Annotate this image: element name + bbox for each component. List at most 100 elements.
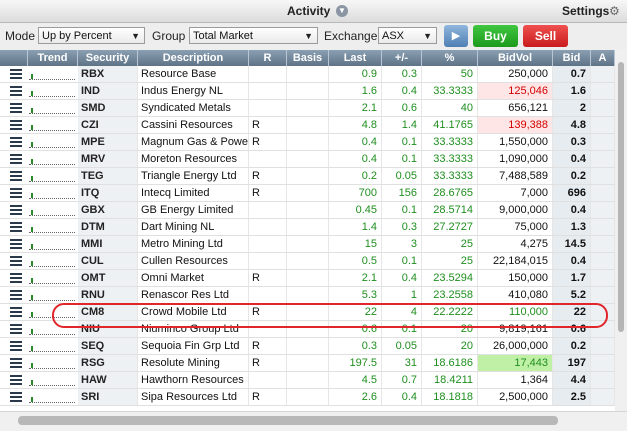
table-row[interactable]: RNU Renascor Res Ltd 5.3 1 23.2558 410,080 5.2: [0, 287, 627, 304]
group-select[interactable]: Total Market ▼: [189, 27, 318, 44]
table-row[interactable]: RBX Resource Base 0.9 0.3 50 250,000 0.7: [0, 66, 627, 83]
cell-pct: 33.3333: [422, 134, 478, 150]
security-code[interactable]: IND: [78, 83, 138, 99]
security-code[interactable]: SRI: [78, 389, 138, 405]
cell-last: 197.5: [329, 355, 382, 371]
sell-button[interactable]: Sell: [523, 25, 568, 47]
table-row[interactable]: DTM Dart Mining NL 1.4 0.3 27.2727 75,000 1.3: [0, 219, 627, 236]
table-row[interactable]: GBX GB Energy Limited 0.45 0.1 28.5714 9,000,…: [0, 202, 627, 219]
security-code[interactable]: RSG: [78, 355, 138, 371]
security-code[interactable]: RBX: [78, 66, 138, 82]
cell-bid: 0.3: [553, 134, 591, 150]
header-description[interactable]: Description: [138, 50, 249, 66]
play-button[interactable]: ▶: [444, 25, 468, 47]
chevron-down-icon[interactable]: ▼: [336, 5, 348, 17]
security-code[interactable]: CUL: [78, 253, 138, 269]
table-row[interactable]: MPE Magnum Gas & Powe R 0.4 0.1 33.3333 1,550,…: [0, 134, 627, 151]
header-change[interactable]: +/-: [382, 50, 422, 66]
table-row[interactable]: CZI Cassini Resources R 4.8 1.4 41.1765 139,38…: [0, 117, 627, 134]
table-row[interactable]: SRI Sipa Resources Ltd R 2.6 0.4 18.1818 2,500…: [0, 389, 627, 406]
menu-icon[interactable]: [10, 324, 22, 334]
header-percent[interactable]: %: [422, 50, 478, 66]
activity-grid: Trend Security Description R Basis Last …: [0, 50, 627, 411]
menu-icon[interactable]: [10, 392, 22, 402]
security-code[interactable]: SMD: [78, 100, 138, 116]
menu-icon[interactable]: [10, 290, 22, 300]
horizontal-scroll-thumb[interactable]: [18, 416, 558, 425]
exchange-select[interactable]: ASX ▼: [378, 27, 437, 44]
table-row[interactable]: SMD Syndicated Metals 2.1 0.6 40 656,121 2: [0, 100, 627, 117]
security-code[interactable]: TEG: [78, 168, 138, 184]
menu-icon[interactable]: [10, 222, 22, 232]
security-code[interactable]: DTM: [78, 219, 138, 235]
cell-r: [249, 253, 287, 269]
header-bid[interactable]: Bid: [553, 50, 591, 66]
cell-last: 4.8: [329, 117, 382, 133]
table-row[interactable]: MRV Moreton Resources 0.4 0.1 33.3333 1,090,0…: [0, 151, 627, 168]
menu-icon[interactable]: [10, 69, 22, 79]
cell-last: 0.9: [329, 66, 382, 82]
cell-ask: [591, 253, 615, 269]
security-code[interactable]: MRV: [78, 151, 138, 167]
menu-icon[interactable]: [10, 239, 22, 249]
menu-icon[interactable]: [10, 205, 22, 215]
header-trend[interactable]: Trend: [28, 50, 78, 66]
cell-bidvol: 1,364: [478, 372, 553, 388]
table-row[interactable]: MMI Metro Mining Ltd 15 3 25 4,275 14.5: [0, 236, 627, 253]
horizontal-scrollbar[interactable]: [0, 411, 627, 431]
mode-select[interactable]: Up by Percent ▼: [38, 27, 145, 44]
menu-icon[interactable]: [10, 103, 22, 113]
trend-sparkline: [29, 153, 75, 165]
cell-chg: 0.6: [382, 100, 422, 116]
cell-r: [249, 287, 287, 303]
table-row[interactable]: TEG Triangle Energy Ltd R 0.2 0.05 33.3333 7,4…: [0, 168, 627, 185]
header-last[interactable]: Last: [329, 50, 382, 66]
header-ask[interactable]: A: [591, 50, 615, 66]
table-row[interactable]: IND Indus Energy NL 1.6 0.4 33.3333 125,046 1.…: [0, 83, 627, 100]
gear-icon[interactable]: ⚙: [609, 5, 620, 17]
table-row[interactable]: CUL Cullen Resources 0.5 0.1 25 22,184,015 0.4: [0, 253, 627, 270]
security-code[interactable]: SEQ: [78, 338, 138, 354]
menu-icon[interactable]: [10, 358, 22, 368]
security-code[interactable]: RNU: [78, 287, 138, 303]
security-code[interactable]: GBX: [78, 202, 138, 218]
security-code[interactable]: MPE: [78, 134, 138, 150]
cell-basis: [287, 219, 329, 235]
menu-icon[interactable]: [10, 188, 22, 198]
menu-icon[interactable]: [10, 341, 22, 351]
menu-icon[interactable]: [10, 171, 22, 181]
settings-link[interactable]: Settings: [562, 4, 609, 18]
menu-icon[interactable]: [10, 120, 22, 130]
cell-r: [249, 219, 287, 235]
cell-r: [249, 66, 287, 82]
menu-icon[interactable]: [10, 375, 22, 385]
menu-icon[interactable]: [10, 154, 22, 164]
header-security[interactable]: Security: [78, 50, 138, 66]
security-code[interactable]: HAW: [78, 372, 138, 388]
security-code[interactable]: OMT: [78, 270, 138, 286]
menu-icon[interactable]: [10, 137, 22, 147]
cell-pct: 23.5294: [422, 270, 478, 286]
cell-bid: 0.4: [553, 202, 591, 218]
table-row[interactable]: SEQ Sequoia Fin Grp Ltd R 0.3 0.05 20 26,000,0…: [0, 338, 627, 355]
cell-bidvol: 150,000: [478, 270, 553, 286]
header-bidvol[interactable]: BidVol: [478, 50, 553, 66]
security-code[interactable]: CZI: [78, 117, 138, 133]
security-code[interactable]: ITQ: [78, 185, 138, 201]
table-row[interactable]: HAW Hawthorn Resources 4.5 0.7 18.4211 1,364 4…: [0, 372, 627, 389]
trend-sparkline: [29, 255, 75, 267]
menu-icon[interactable]: [10, 273, 22, 283]
security-code[interactable]: MMI: [78, 236, 138, 252]
cell-desc: Cullen Resources: [138, 253, 249, 269]
cell-bid: 4.8: [553, 117, 591, 133]
table-row[interactable]: ITQ Intecq Limited R 700 156 28.6765 7,000 696: [0, 185, 627, 202]
table-row[interactable]: OMT Omni Market R 2.1 0.4 23.5294 150,000 1.7: [0, 270, 627, 287]
menu-icon[interactable]: [10, 86, 22, 96]
menu-icon[interactable]: [10, 307, 22, 317]
menu-icon[interactable]: [10, 256, 22, 266]
header-r[interactable]: R: [249, 50, 287, 66]
header-basis[interactable]: Basis: [287, 50, 329, 66]
vertical-scroll-thumb[interactable]: [618, 62, 624, 332]
table-row[interactable]: RSG Resolute Mining R 197.5 31 18.6186 17,443 1…: [0, 355, 627, 372]
buy-button[interactable]: Buy: [473, 25, 518, 47]
